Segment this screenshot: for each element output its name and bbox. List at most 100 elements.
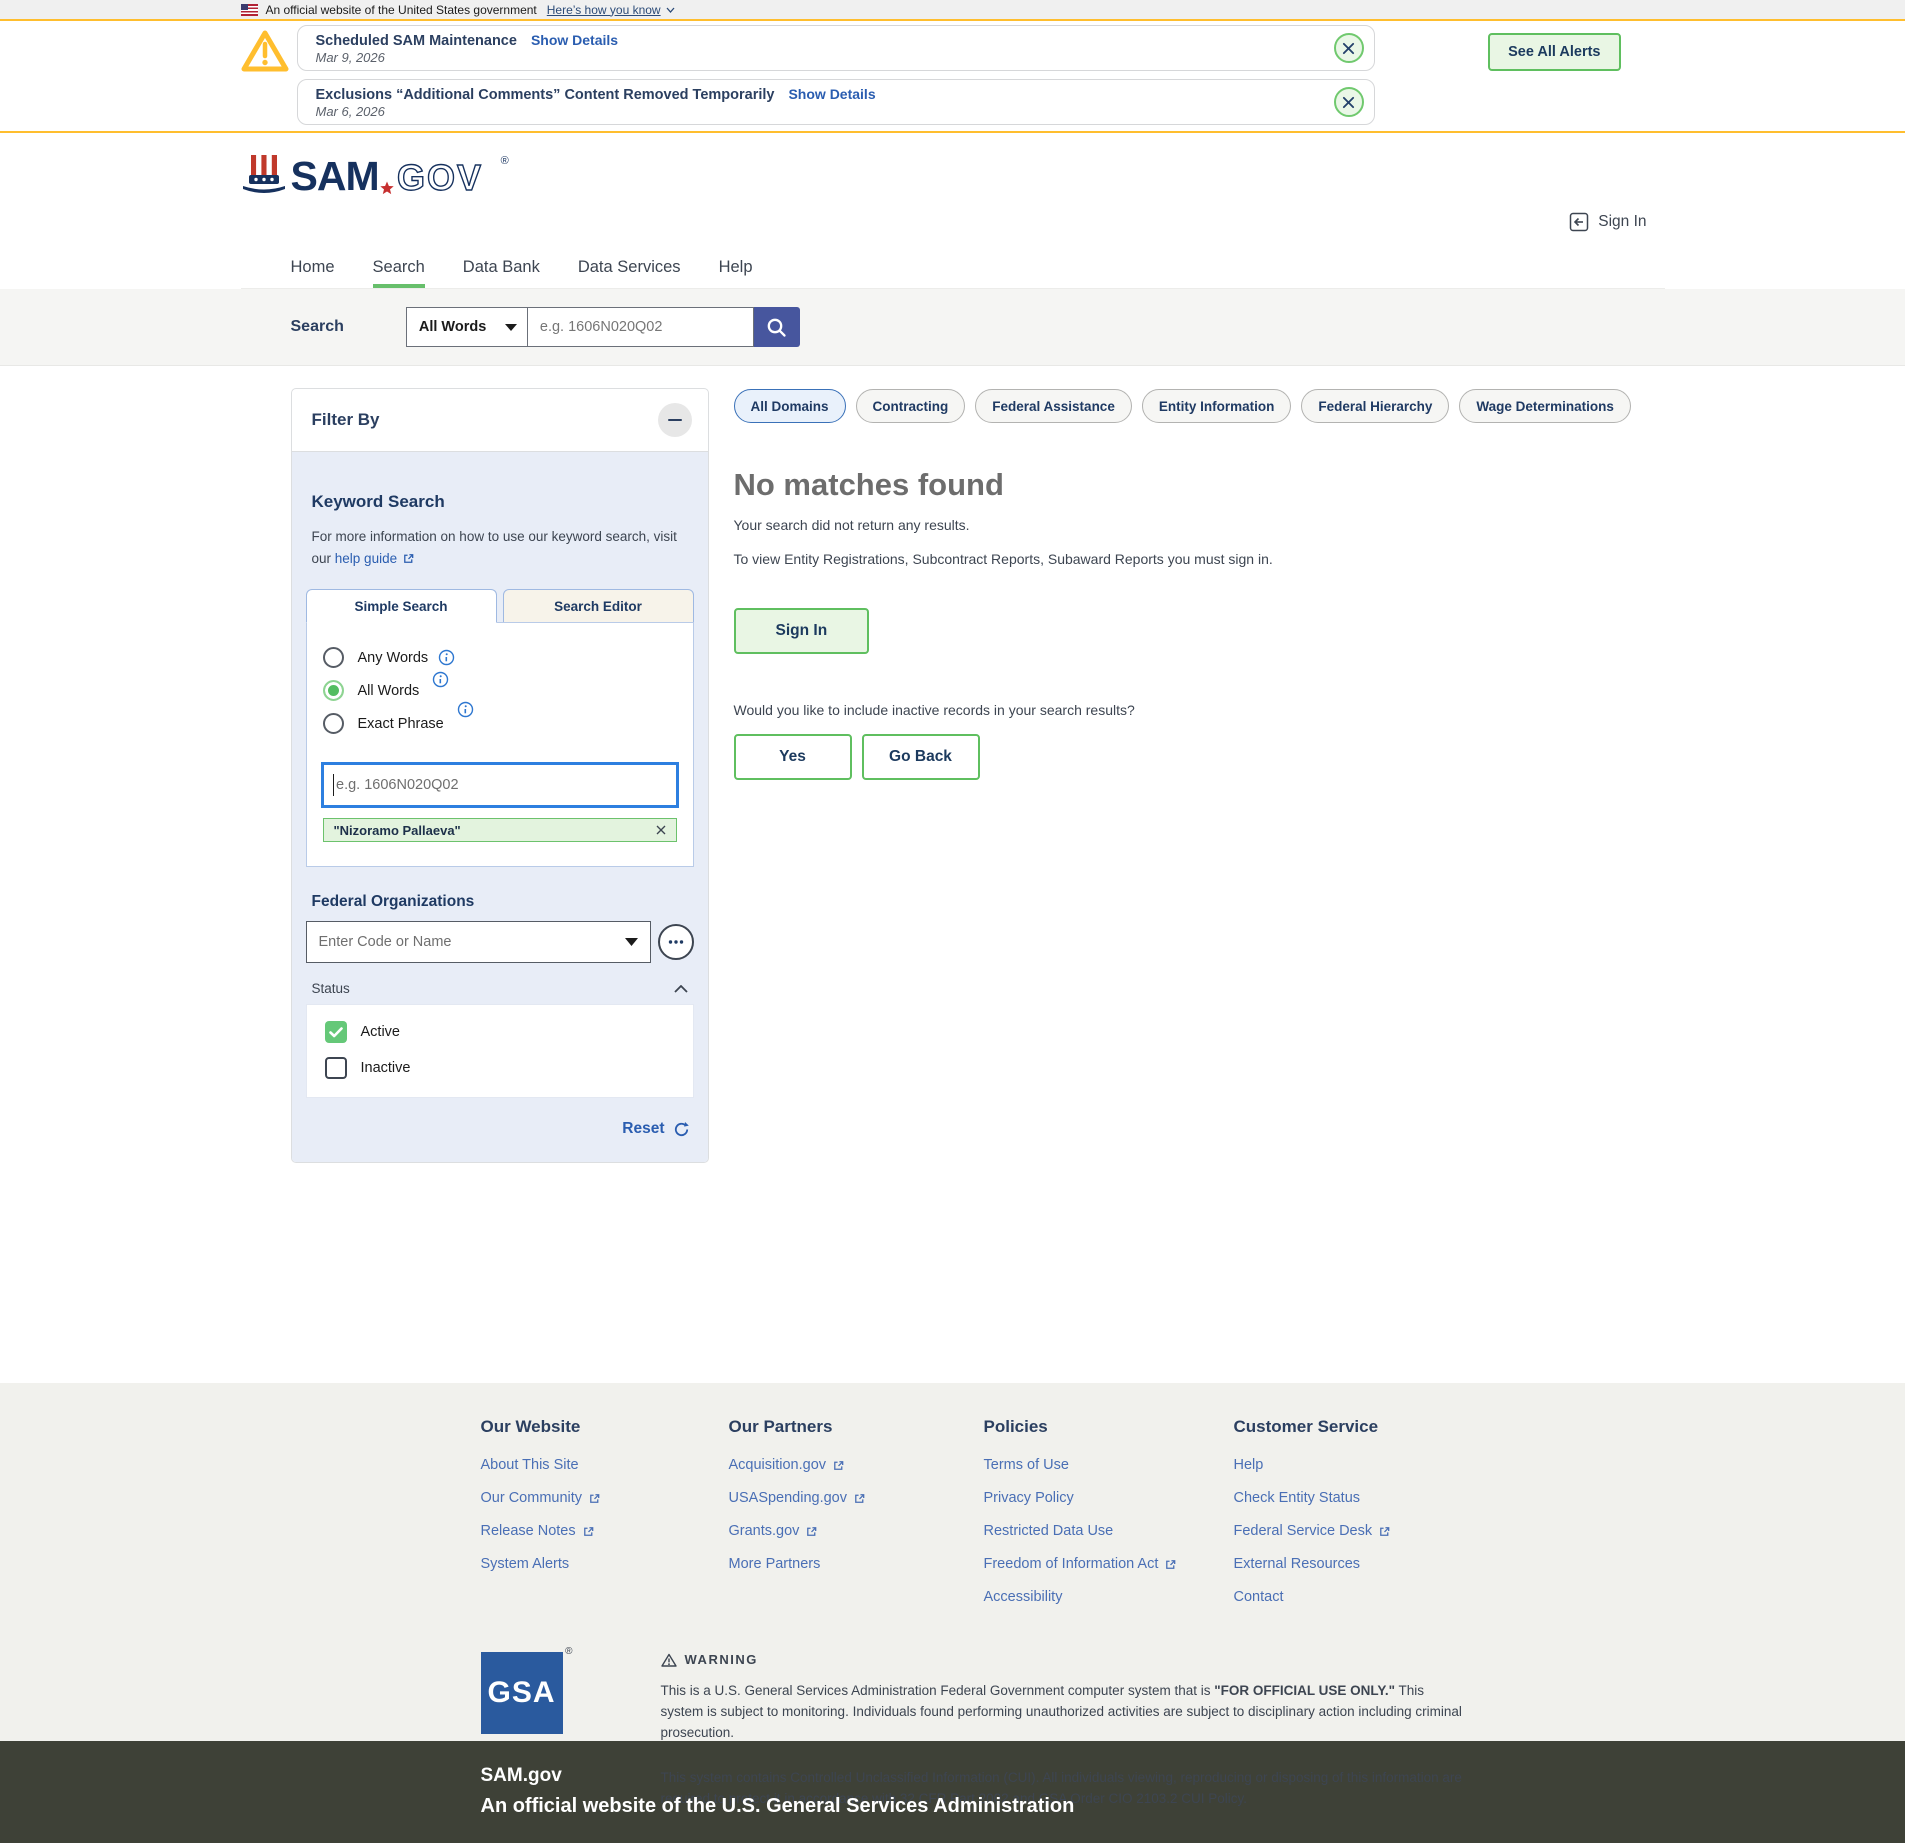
footer-link-about-this-site[interactable]: About This Site [481,1457,729,1473]
alert-date: Mar 6, 2026 [316,104,1374,119]
nav-item-data-services[interactable]: Data Services [578,246,681,288]
alert-title: Exclusions “Additional Comments” Content… [316,87,775,103]
footer-link-accessibility[interactable]: Accessibility [984,1589,1234,1605]
alert-maintenance: Scheduled SAM Maintenance Show Details M… [297,25,1375,71]
nav-item-search[interactable]: Search [373,246,425,288]
chevron-down-icon [666,7,675,13]
close-icon [1342,96,1355,109]
external-link-icon [853,1492,866,1505]
alert-show-details-link[interactable]: Show Details [531,32,618,48]
alert-exclusions: Exclusions “Additional Comments” Content… [297,79,1375,125]
minus-icon [668,418,682,422]
banner-how-you-know-link[interactable]: Here’s how you know [547,3,675,17]
search-mode-select[interactable]: All Words [406,307,528,347]
see-all-alerts-button[interactable]: See All Alerts [1488,33,1620,71]
footer-link-grants-gov[interactable]: Grants.gov [729,1523,984,1539]
footer-link-usaspending-gov[interactable]: USASpending.gov [729,1490,984,1506]
nav-item-help[interactable]: Help [719,246,753,288]
footer-link-contact[interactable]: Contact [1234,1589,1665,1605]
radio-any-words[interactable] [323,647,344,668]
collapse-filters-button[interactable] [658,403,692,437]
go-back-button[interactable]: Go Back [862,734,980,780]
footer-link-restricted-data-use[interactable]: Restricted Data Use [984,1523,1234,1539]
yes-button[interactable]: Yes [734,734,852,780]
search-submit-button[interactable] [754,307,800,347]
status-section-toggle[interactable]: Status [312,981,688,996]
us-flag-icon [241,4,258,16]
reset-refresh-icon[interactable] [673,1121,690,1138]
footer-link-foia[interactable]: Freedom of Information Act [984,1556,1234,1572]
alert-title: Scheduled SAM Maintenance [316,33,517,49]
footer-link-help[interactable]: Help [1234,1457,1665,1473]
footer-col-policies: Policies Terms of Use Privacy Policy Res… [984,1417,1234,1622]
text-caret [333,774,335,796]
pill-federal-assistance[interactable]: Federal Assistance [975,389,1132,423]
pill-federal-hierarchy[interactable]: Federal Hierarchy [1301,389,1449,423]
check-icon [329,1027,343,1038]
sign-in-required-message: To view Entity Registrations, Subcontrac… [734,549,1402,570]
sign-in-arrow-icon [1569,212,1589,232]
info-icon[interactable] [432,671,449,688]
alert-close-button[interactable] [1334,33,1364,63]
footer-link-check-entity-status[interactable]: Check Entity Status [1234,1490,1665,1506]
search-icon [765,316,788,339]
external-link-icon [1378,1525,1391,1538]
footer-link-system-alerts[interactable]: System Alerts [481,1556,729,1572]
logo-sam-text: SAM [291,156,379,197]
footer-link-our-community[interactable]: Our Community [481,1490,729,1506]
footer-link-external-resources[interactable]: External Resources [1234,1556,1665,1572]
alert-close-button[interactable] [1334,87,1364,117]
nav-item-home[interactable]: Home [291,246,335,288]
footer-link-release-notes[interactable]: Release Notes [481,1523,729,1539]
footer-link-acquisition-gov[interactable]: Acquisition.gov [729,1457,984,1473]
no-results-message: Your search did not return any results. [734,517,1665,533]
main-nav: Home Search Data Bank Data Services Help [241,246,1665,289]
footer-link-federal-service-desk[interactable]: Federal Service Desk [1234,1523,1665,1539]
external-link-icon [588,1492,601,1505]
checkbox-inactive[interactable] [325,1057,347,1079]
radio-all-words[interactable] [323,680,344,701]
tab-simple-search[interactable]: Simple Search [306,589,497,623]
no-matches-title: No matches found [734,467,1665,503]
tab-search-editor[interactable]: Search Editor [503,589,694,623]
federal-orgs-input[interactable]: Enter Code or Name [306,921,651,963]
domain-filter-pills: All Domains Contracting Federal Assistan… [734,389,1665,423]
nav-item-data-bank[interactable]: Data Bank [463,246,540,288]
external-link-icon [1164,1558,1177,1571]
dropdown-arrow-icon [505,324,517,331]
search-input[interactable]: e.g. 1606N020Q02 [528,307,754,347]
chip-remove-icon[interactable] [656,825,666,835]
pill-entity-information[interactable]: Entity Information [1142,389,1292,423]
pill-wage-determinations[interactable]: Wage Determinations [1459,389,1631,423]
radio-exact-phrase[interactable] [323,713,344,734]
warning-paragraph-1: This is a U.S. General Services Administ… [661,1681,1471,1744]
sign-in-button[interactable]: Sign In [734,608,870,654]
checkbox-active[interactable] [325,1021,347,1043]
pill-contracting[interactable]: Contracting [856,389,966,423]
search-band-label: Search [291,318,344,336]
page: An official website of the United States… [0,0,1905,1843]
logo-registered-mark: ® [501,155,509,167]
info-icon[interactable] [457,701,474,718]
footer-link-terms-of-use[interactable]: Terms of Use [984,1457,1234,1473]
alert-show-details-link[interactable]: Show Details [788,86,875,102]
footer-link-privacy-policy[interactable]: Privacy Policy [984,1490,1234,1506]
info-icon[interactable] [438,649,455,666]
keyword-input[interactable]: e.g. 1606N020Q02 [321,762,679,808]
external-link-icon [805,1525,818,1538]
filter-panel: Filter By Keyword Search For more inform… [291,388,709,1163]
footer-link-more-partners[interactable]: More Partners [729,1556,984,1572]
keyword-tabs: Simple Search Search Editor [306,589,694,622]
pill-all-domains[interactable]: All Domains [734,389,846,423]
keyword-chip: "Nizoramo Pallaeva" [323,818,677,842]
dark-footer-subtitle: An official website of the U.S. General … [481,1795,1665,1818]
external-link-icon [402,552,415,565]
reset-filters-link[interactable]: Reset [622,1120,664,1138]
help-guide-link[interactable]: help guide [335,548,415,570]
external-link-icon [832,1459,845,1472]
header-sign-in-link[interactable]: Sign In [1569,212,1646,232]
results-area: All Domains Contracting Federal Assistan… [734,366,1665,780]
sam-gov-logo[interactable]: SAM GOV ® [241,153,509,197]
alert-date: Mar 9, 2026 [316,50,1374,65]
federal-orgs-more-button[interactable] [658,924,694,960]
